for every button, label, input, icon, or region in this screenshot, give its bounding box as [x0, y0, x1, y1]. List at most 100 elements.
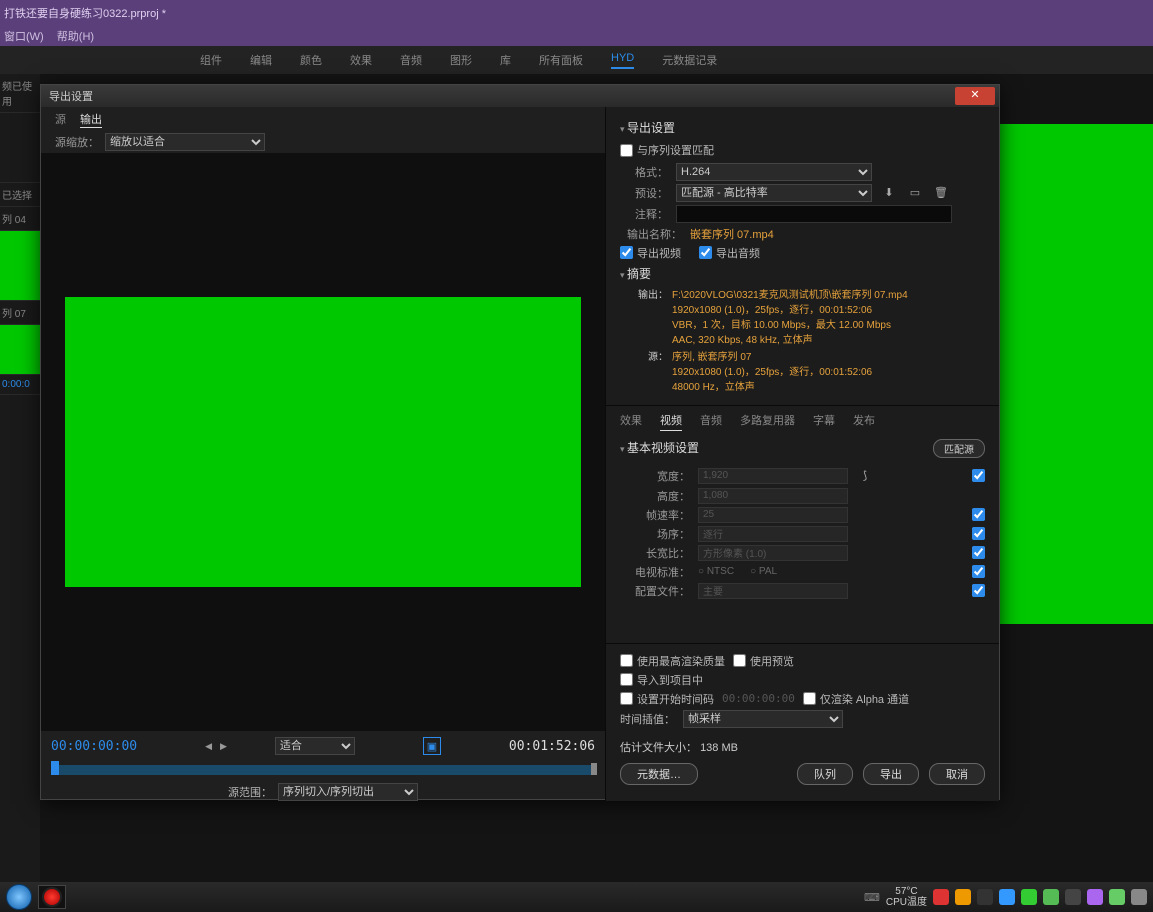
scrub-bar[interactable] — [51, 765, 595, 775]
tray-icon[interactable] — [1087, 889, 1103, 905]
save-preset-icon[interactable]: ▭ — [906, 184, 924, 202]
subtab-audio[interactable]: 音频 — [700, 412, 722, 431]
ws-tab[interactable]: 效果 — [350, 52, 372, 68]
out-point-handle[interactable] — [591, 763, 597, 775]
bottom-options: 使用最高渲染质量 使用预览 导入到项目中 设置开始时间码 00:00:00:00… — [606, 643, 999, 737]
fit-select[interactable]: 适合 — [275, 737, 355, 755]
preset-select[interactable]: 匹配源 - 高比特率 — [676, 184, 872, 202]
field-match-checkbox[interactable] — [972, 527, 985, 540]
menu-window[interactable]: 窗口(W) — [4, 31, 44, 43]
keyboard-icon[interactable]: ⌨ — [864, 891, 880, 904]
settings-pane: 导出设置 与序列设置匹配 格式： H.264 预设： 匹配源 - 高比特率 ⬇ … — [606, 107, 999, 801]
close-button[interactable]: ✕ — [955, 87, 995, 105]
subtab-effects[interactable]: 效果 — [620, 412, 642, 431]
field-value[interactable]: 逐行 — [698, 526, 848, 542]
render-alpha-checkbox[interactable]: 仅渲染 Alpha 通道 — [803, 691, 909, 707]
delete-preset-icon[interactable]: 🗑 — [932, 184, 950, 202]
subtab-captions[interactable]: 字幕 — [813, 412, 835, 431]
export-audio-checkbox[interactable]: 导出音频 — [699, 245, 760, 261]
menu-help[interactable]: 帮助(H) — [57, 31, 94, 43]
subtab-muxer[interactable]: 多路复用器 — [740, 412, 795, 431]
windows-taskbar[interactable]: ⌨ 57°CCPU温度 — [0, 882, 1153, 912]
ws-tab[interactable]: 所有面板 — [539, 52, 583, 68]
tab-source[interactable]: 源 — [55, 111, 66, 127]
fps-value[interactable]: 25 — [698, 507, 848, 523]
tray-icon[interactable] — [933, 889, 949, 905]
recording-indicator[interactable] — [38, 885, 66, 909]
tray-icon[interactable] — [1021, 889, 1037, 905]
metadata-button[interactable]: 元数据… — [620, 763, 698, 785]
source-range-label: 源范围： — [228, 784, 272, 800]
time-interp-select[interactable]: 帧采样 — [683, 710, 843, 728]
file-size-estimate: 估计文件大小： 138 MB — [606, 737, 999, 757]
tray-icon[interactable] — [1043, 889, 1059, 905]
match-sequence-checkbox[interactable]: 与序列设置匹配 — [620, 142, 714, 158]
app-menubar[interactable]: 窗口(W) 帮助(H) — [0, 28, 1153, 46]
import-project-checkbox[interactable]: 导入到项目中 — [620, 672, 703, 688]
cpu-temp-widget[interactable]: 57°CCPU温度 — [886, 886, 927, 908]
use-preview-checkbox[interactable]: 使用预览 — [733, 653, 794, 669]
timecode-out: 00:01:52:06 — [509, 739, 595, 754]
summary-head: 摘要 — [620, 265, 985, 282]
tv-standard-radio[interactable]: NTSCPAL — [698, 566, 777, 577]
cancel-button[interactable]: 取消 — [929, 763, 985, 785]
tray-icon[interactable] — [1065, 889, 1081, 905]
tray-icon[interactable] — [1109, 889, 1125, 905]
export-settings-head: 导出设置 — [620, 119, 985, 136]
source-scale-label: 源缩放： — [55, 134, 99, 150]
max-quality-checkbox[interactable]: 使用最高渲染质量 — [620, 653, 725, 669]
par-value[interactable]: 方形像素 (1.0) — [698, 545, 848, 561]
video-preview — [65, 297, 581, 587]
ws-tab[interactable]: 颜色 — [300, 52, 322, 68]
ws-tab[interactable]: 库 — [500, 52, 511, 68]
queue-button[interactable]: 队列 — [797, 763, 853, 785]
timecode-in[interactable]: 00:00:00:00 — [51, 739, 137, 754]
ws-tab[interactable]: 图形 — [450, 52, 472, 68]
height-value[interactable]: 1,080 — [698, 488, 848, 504]
project-title: 打铁还要自身硬练习0322.prproj * — [4, 7, 166, 21]
set-start-tc-checkbox[interactable]: 设置开始时间码 — [620, 691, 714, 707]
dialog-title: 导出设置 — [49, 88, 93, 104]
tab-output[interactable]: 输出 — [80, 111, 102, 128]
ws-tab[interactable]: 组件 — [200, 52, 222, 68]
workspace-tabs: 组件 编辑 颜色 效果 音频 图形 库 所有面板 HYD 元数据记录 — [0, 46, 1153, 74]
summary-output: 输出：F:\2020VLOG\0321麦克风测试机顶\嵌套序列 07.mp4 1… — [632, 288, 985, 348]
link-dimensions-icon[interactable]: ⟆ — [856, 467, 874, 485]
subtab-video[interactable]: 视频 — [660, 412, 682, 431]
playhead[interactable] — [51, 761, 59, 775]
dialog-titlebar[interactable]: 导出设置 ✕ — [41, 85, 999, 107]
export-button[interactable]: 导出 — [863, 763, 919, 785]
ws-tab[interactable]: 编辑 — [250, 52, 272, 68]
import-preset-icon[interactable]: ⬇ — [880, 184, 898, 202]
tray-icon[interactable] — [999, 889, 1015, 905]
summary-source: 源：序列, 嵌套序列 07 1920x1080 (1.0)，25fps，逐行，0… — [632, 350, 985, 395]
volume-icon[interactable] — [1131, 889, 1147, 905]
tray-icon[interactable] — [977, 889, 993, 905]
export-settings-dialog: 导出设置 ✕ 源 输出 源缩放： 缩放以适合 00:00:00:00 ◀ ▶ — [40, 84, 1000, 800]
source-range-select[interactable]: 序列切入/序列切出 — [278, 783, 418, 801]
subtab-publish[interactable]: 发布 — [853, 412, 875, 431]
start-button[interactable] — [6, 884, 32, 910]
ws-tab-active[interactable]: HYD — [611, 52, 634, 69]
prev-frame-icon[interactable]: ◀ — [205, 741, 212, 752]
output-name-link[interactable]: 嵌套序列 07.mp4 — [690, 226, 774, 242]
next-frame-icon[interactable]: ▶ — [220, 741, 227, 752]
source-scale-select[interactable]: 缩放以适合 — [105, 133, 265, 151]
width-match-checkbox[interactable] — [972, 469, 985, 482]
tvstd-match-checkbox[interactable] — [972, 565, 985, 578]
profile-match-checkbox[interactable] — [972, 584, 985, 597]
width-value[interactable]: 1,920 — [698, 468, 848, 484]
tray-icon[interactable] — [955, 889, 971, 905]
ws-tab[interactable]: 元数据记录 — [662, 52, 717, 68]
ws-tab[interactable]: 音频 — [400, 52, 422, 68]
crop-icon[interactable]: ▣ — [423, 737, 441, 755]
format-select[interactable]: H.264 — [676, 163, 872, 181]
par-match-checkbox[interactable] — [972, 546, 985, 559]
comment-input[interactable] — [676, 205, 952, 223]
export-video-checkbox[interactable]: 导出视频 — [620, 245, 681, 261]
match-source-button[interactable]: 匹配源 — [933, 439, 985, 458]
profile-value[interactable]: 主要 — [698, 583, 848, 599]
left-panel-strip: 频已使用 已选择 列 04 列 07 0:00:0 — [0, 74, 40, 882]
fps-match-checkbox[interactable] — [972, 508, 985, 521]
preview-pane: 源 输出 源缩放： 缩放以适合 00:00:00:00 ◀ ▶ 适合 ▣ — [41, 107, 606, 801]
